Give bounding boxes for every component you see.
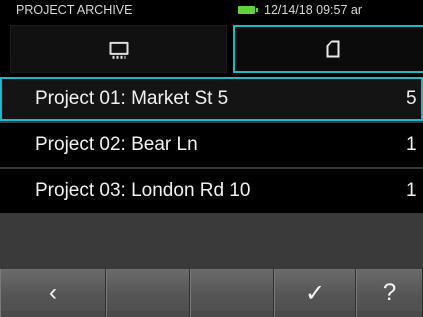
softkey-2-button[interactable]: [106, 269, 190, 317]
softkey-3-button[interactable]: [190, 269, 274, 317]
status-title: PROJECT ARCHIVE: [16, 3, 133, 17]
project-name: Project 02: Bear Ln: [35, 134, 198, 155]
chevron-left-icon: ‹: [49, 279, 57, 306]
project-count: 1: [406, 134, 417, 155]
help-icon: ?: [382, 279, 397, 306]
project-row[interactable]: Project 03: London Rd 10 1: [0, 169, 423, 213]
project-row[interactable]: Project 01: Market St 5 5: [0, 77, 423, 121]
status-datetime: 12/14/18 09:57 ar: [264, 3, 362, 17]
status-bar: PROJECT ARCHIVE 12/14/18 09:57 ar: [0, 0, 423, 21]
confirm-button[interactable]: ✓: [274, 269, 356, 317]
tab-sd-card[interactable]: [233, 25, 423, 73]
help-button[interactable]: ?: [356, 269, 423, 317]
project-count: 1: [406, 180, 417, 201]
storage-tab-bar: [0, 21, 423, 77]
project-count: 5: [406, 88, 417, 109]
project-row[interactable]: Project 02: Bear Ln 1: [0, 123, 423, 167]
internal-memory-icon: [109, 41, 128, 59]
checkmark-icon: ✓: [304, 280, 326, 307]
back-button[interactable]: ‹: [0, 269, 106, 317]
sd-card-icon: [326, 40, 340, 58]
tab-internal-memory[interactable]: [10, 25, 227, 73]
project-name: Project 03: London Rd 10: [35, 180, 251, 201]
softkey-bar: ‹ ✓ ?: [0, 269, 423, 317]
battery-icon: [238, 6, 258, 14]
project-name: Project 01: Market St 5: [35, 88, 229, 109]
